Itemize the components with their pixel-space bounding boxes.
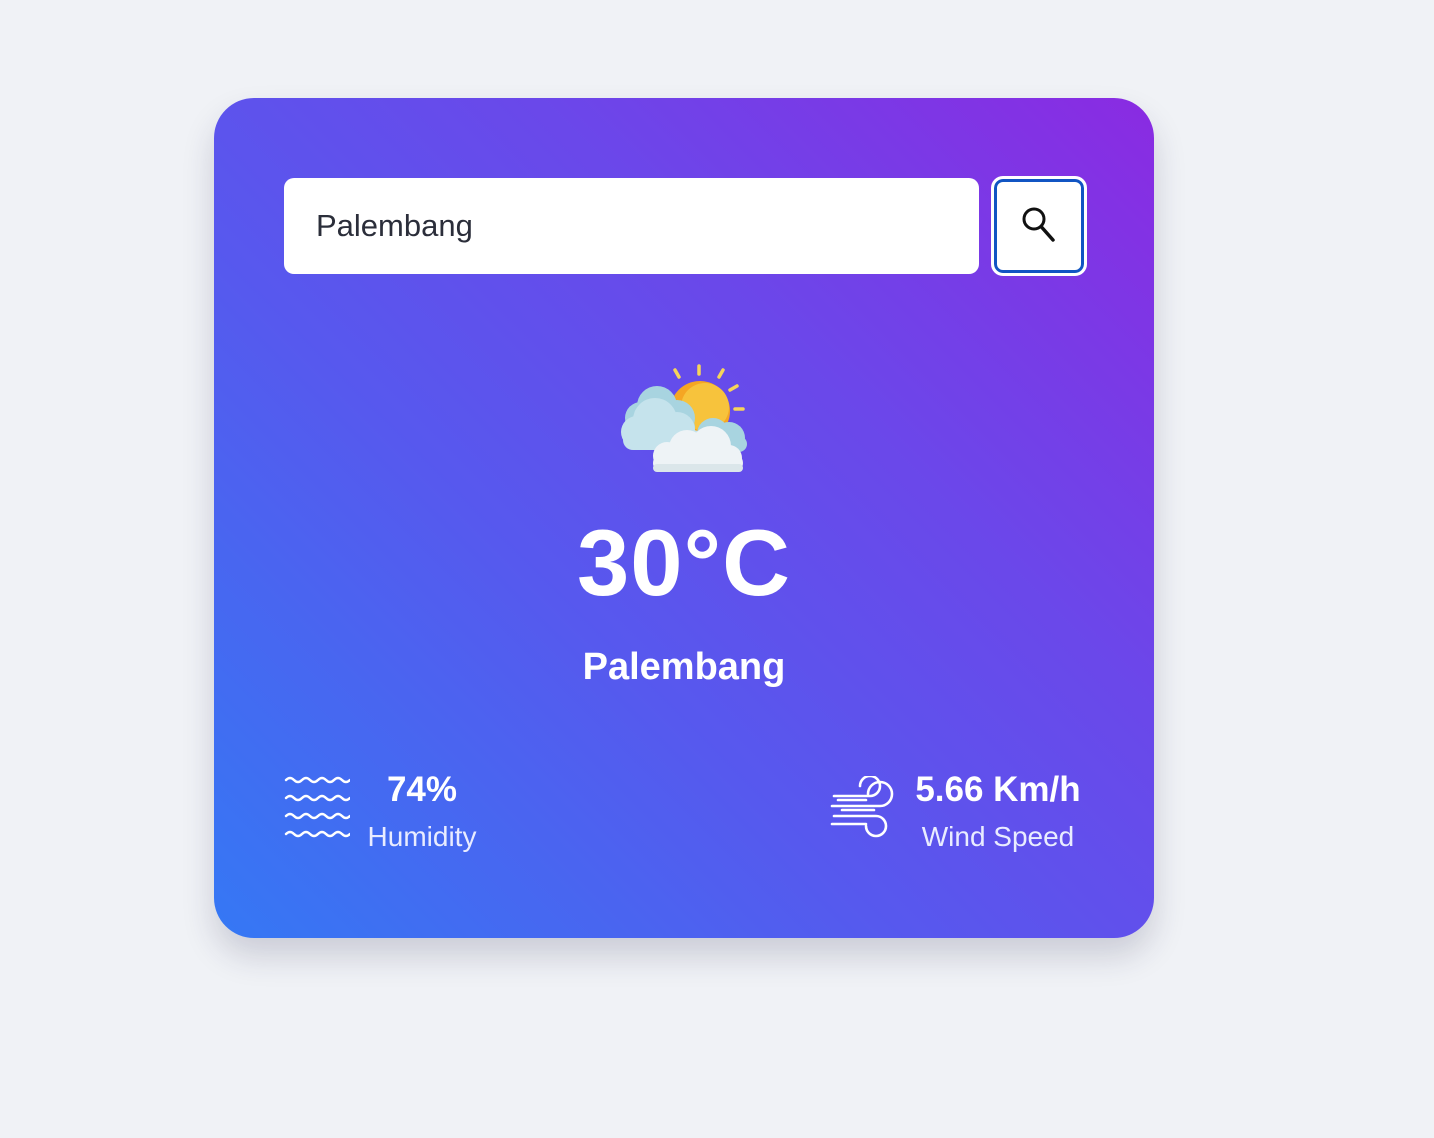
partly-cloudy-icon — [617, 360, 751, 476]
humidity-waves-icon — [284, 774, 352, 842]
temperature: 30°C — [576, 510, 792, 615]
wind-icon — [830, 774, 896, 842]
humidity-value: 74% — [386, 770, 458, 809]
wind-speed-value: 5.66 Km/h — [915, 770, 1081, 809]
wind-speed-label: Wind Speed — [921, 821, 1075, 852]
city-search-input[interactable] — [284, 178, 979, 274]
city-name: Palembang — [582, 646, 786, 688]
search-icon — [1021, 206, 1057, 246]
page: 30°C Palembang 74% Humidity — [0, 0, 1434, 1138]
search-row — [284, 176, 1088, 276]
search-button[interactable] — [991, 176, 1087, 276]
humidity-label: Humidity — [367, 821, 477, 852]
weather-card: 30°C Palembang 74% Humidity — [214, 98, 1154, 938]
